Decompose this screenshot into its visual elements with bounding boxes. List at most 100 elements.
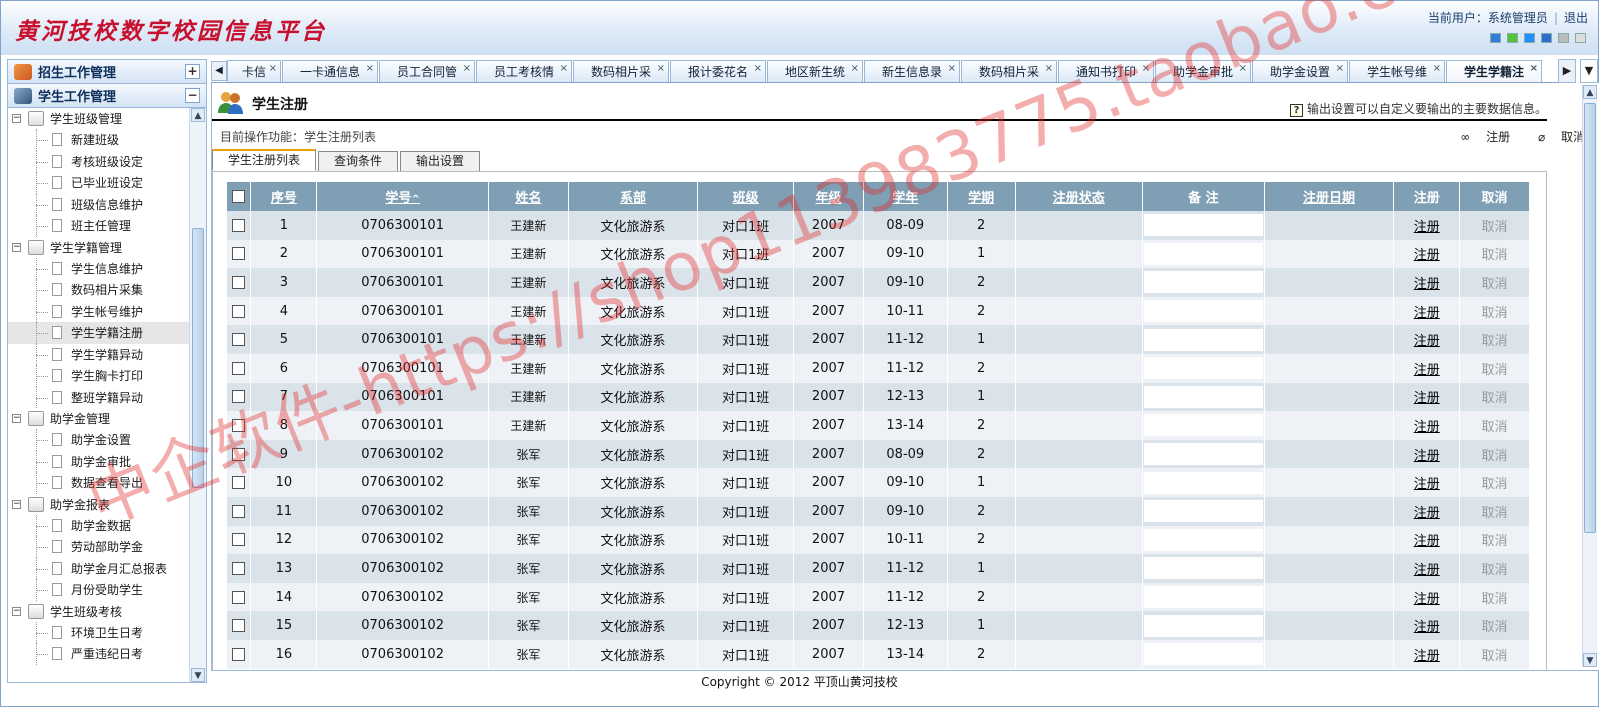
- collapse-icon[interactable]: −: [12, 499, 21, 509]
- tree-group[interactable]: − 学生学籍管理: [8, 237, 206, 258]
- tree-item[interactable]: 助学金设置: [8, 429, 206, 451]
- row-checkbox[interactable]: [232, 275, 246, 289]
- collapse-icon[interactable]: −: [185, 88, 200, 103]
- row-select-cell[interactable]: [227, 554, 252, 583]
- row-select-cell[interactable]: [227, 211, 252, 240]
- note-input[interactable]: [1144, 586, 1263, 609]
- register-link[interactable]: 注册: [1414, 620, 1440, 635]
- tree-group[interactable]: − 助学金报表: [8, 494, 206, 515]
- column-header[interactable]: 序号: [250, 182, 318, 211]
- note-input[interactable]: [1144, 357, 1263, 380]
- collapse-icon[interactable]: −: [12, 414, 21, 423]
- tab-item[interactable]: 学生学籍注 ×: [1446, 60, 1542, 82]
- register-link[interactable]: 注册: [1414, 363, 1440, 378]
- row-select-cell[interactable]: [227, 468, 252, 497]
- close-icon[interactable]: ×: [560, 59, 568, 80]
- skin-swatch[interactable]: [1507, 33, 1518, 43]
- register-link[interactable]: 注册: [1414, 277, 1440, 292]
- register-link[interactable]: 注册: [1414, 391, 1440, 406]
- tree-item[interactable]: 严重违纪日考: [8, 643, 206, 665]
- tree-item[interactable]: 学生信息维护: [8, 257, 206, 280]
- column-header[interactable]: 学年: [863, 182, 948, 211]
- note-input[interactable]: [1144, 528, 1263, 551]
- register-link[interactable]: 注册: [1414, 306, 1440, 321]
- tree-item[interactable]: 班主任管理: [8, 215, 206, 237]
- column-header[interactable]: 注册: [1393, 182, 1461, 211]
- row-checkbox[interactable]: [232, 561, 246, 575]
- row-select-cell[interactable]: [227, 239, 252, 269]
- register-link[interactable]: 注册: [1414, 420, 1440, 435]
- accordion-admissions[interactable]: 招生工作管理 +: [8, 60, 206, 84]
- tree-item[interactable]: 学生胸卡打印: [8, 365, 206, 387]
- tab-menu-icon[interactable]: ▼: [1580, 59, 1598, 83]
- skin-swatch[interactable]: [1575, 33, 1586, 43]
- subtab-0[interactable]: 学生注册列表: [212, 149, 316, 171]
- scroll-down-icon[interactable]: ▼: [1583, 653, 1597, 667]
- close-icon[interactable]: ×: [1142, 59, 1150, 80]
- tree-item[interactable]: 助学金月汇总报表: [8, 557, 206, 580]
- tab-item[interactable]: 卡信 ×: [227, 59, 281, 82]
- row-checkbox[interactable]: [232, 590, 246, 604]
- tab-item[interactable]: 助学金设置 ×: [1252, 59, 1348, 82]
- row-select-cell[interactable]: [227, 296, 252, 326]
- skin-swatch[interactable]: [1558, 33, 1569, 43]
- close-icon[interactable]: ×: [1336, 59, 1344, 80]
- tab-item[interactable]: 通知书打印 ×: [1058, 59, 1154, 82]
- tree-item[interactable]: 学生帐号维护: [8, 300, 206, 323]
- content-scrollbar[interactable]: ▲ ▼: [1582, 85, 1597, 667]
- row-select-cell[interactable]: [227, 411, 252, 440]
- close-icon[interactable]: ×: [269, 59, 277, 80]
- row-select-cell[interactable]: [227, 439, 252, 469]
- note-input[interactable]: [1144, 414, 1263, 437]
- tree-item[interactable]: 新建班级: [8, 129, 206, 151]
- register-link[interactable]: 注册: [1414, 248, 1440, 263]
- column-header[interactable]: 系部: [568, 182, 699, 211]
- register-link[interactable]: 注册: [1414, 449, 1440, 464]
- note-input[interactable]: [1144, 242, 1263, 265]
- row-checkbox[interactable]: [232, 333, 246, 347]
- tree-item[interactable]: 考核班级设定: [8, 150, 206, 173]
- row-select-cell[interactable]: [227, 382, 252, 412]
- column-header[interactable]: 注册状态: [1015, 182, 1144, 211]
- register-link[interactable]: 注册: [1414, 477, 1440, 492]
- register-link[interactable]: 注册: [1414, 220, 1440, 235]
- row-checkbox[interactable]: [232, 476, 246, 490]
- register-link[interactable]: 注册: [1414, 563, 1440, 578]
- note-input[interactable]: [1144, 328, 1263, 351]
- tree-item[interactable]: 助学金数据: [8, 514, 206, 537]
- note-input[interactable]: [1144, 614, 1263, 637]
- row-select-cell[interactable]: [227, 611, 252, 640]
- note-input[interactable]: [1144, 643, 1263, 666]
- row-checkbox[interactable]: [232, 304, 246, 318]
- accordion-student-work[interactable]: 学生工作管理 −: [8, 84, 206, 108]
- tree-item[interactable]: 整班学籍异动: [8, 386, 206, 409]
- column-header[interactable]: 取消: [1459, 182, 1530, 211]
- tree-item[interactable]: 环境卫生日考: [8, 621, 206, 644]
- skin-swatch[interactable]: [1541, 33, 1552, 43]
- row-checkbox[interactable]: [232, 361, 246, 375]
- tree-item[interactable]: 班级信息维护: [8, 193, 206, 216]
- collapse-icon[interactable]: −: [12, 242, 21, 252]
- column-header[interactable]: 姓名: [488, 182, 569, 211]
- tree-group[interactable]: − 助学金管理: [8, 408, 206, 429]
- row-checkbox[interactable]: [232, 418, 246, 432]
- column-header[interactable]: 注册日期: [1264, 182, 1395, 211]
- row-select-cell[interactable]: [227, 496, 252, 526]
- column-header[interactable]: 学号^: [316, 182, 489, 211]
- close-icon[interactable]: ×: [851, 59, 859, 80]
- scroll-up-icon[interactable]: ▲: [191, 108, 205, 122]
- register-link[interactable]: 注册: [1414, 592, 1440, 607]
- row-select-cell[interactable]: [227, 582, 252, 612]
- select-all-checkbox[interactable]: [232, 190, 246, 203]
- collapse-icon[interactable]: −: [12, 606, 21, 616]
- scroll-up-icon[interactable]: ▲: [1583, 85, 1597, 99]
- tree-group[interactable]: − 学生班级管理: [8, 108, 206, 129]
- close-icon[interactable]: ×: [366, 59, 374, 80]
- column-header[interactable]: 学期: [947, 182, 1016, 211]
- close-icon[interactable]: ×: [948, 59, 956, 80]
- sort-icon[interactable]: ^: [411, 194, 419, 205]
- row-select-cell[interactable]: [227, 268, 252, 297]
- tab-item[interactable]: 数码相片采 ×: [961, 59, 1057, 82]
- close-icon[interactable]: ×: [657, 59, 665, 80]
- close-icon[interactable]: ×: [1045, 59, 1053, 80]
